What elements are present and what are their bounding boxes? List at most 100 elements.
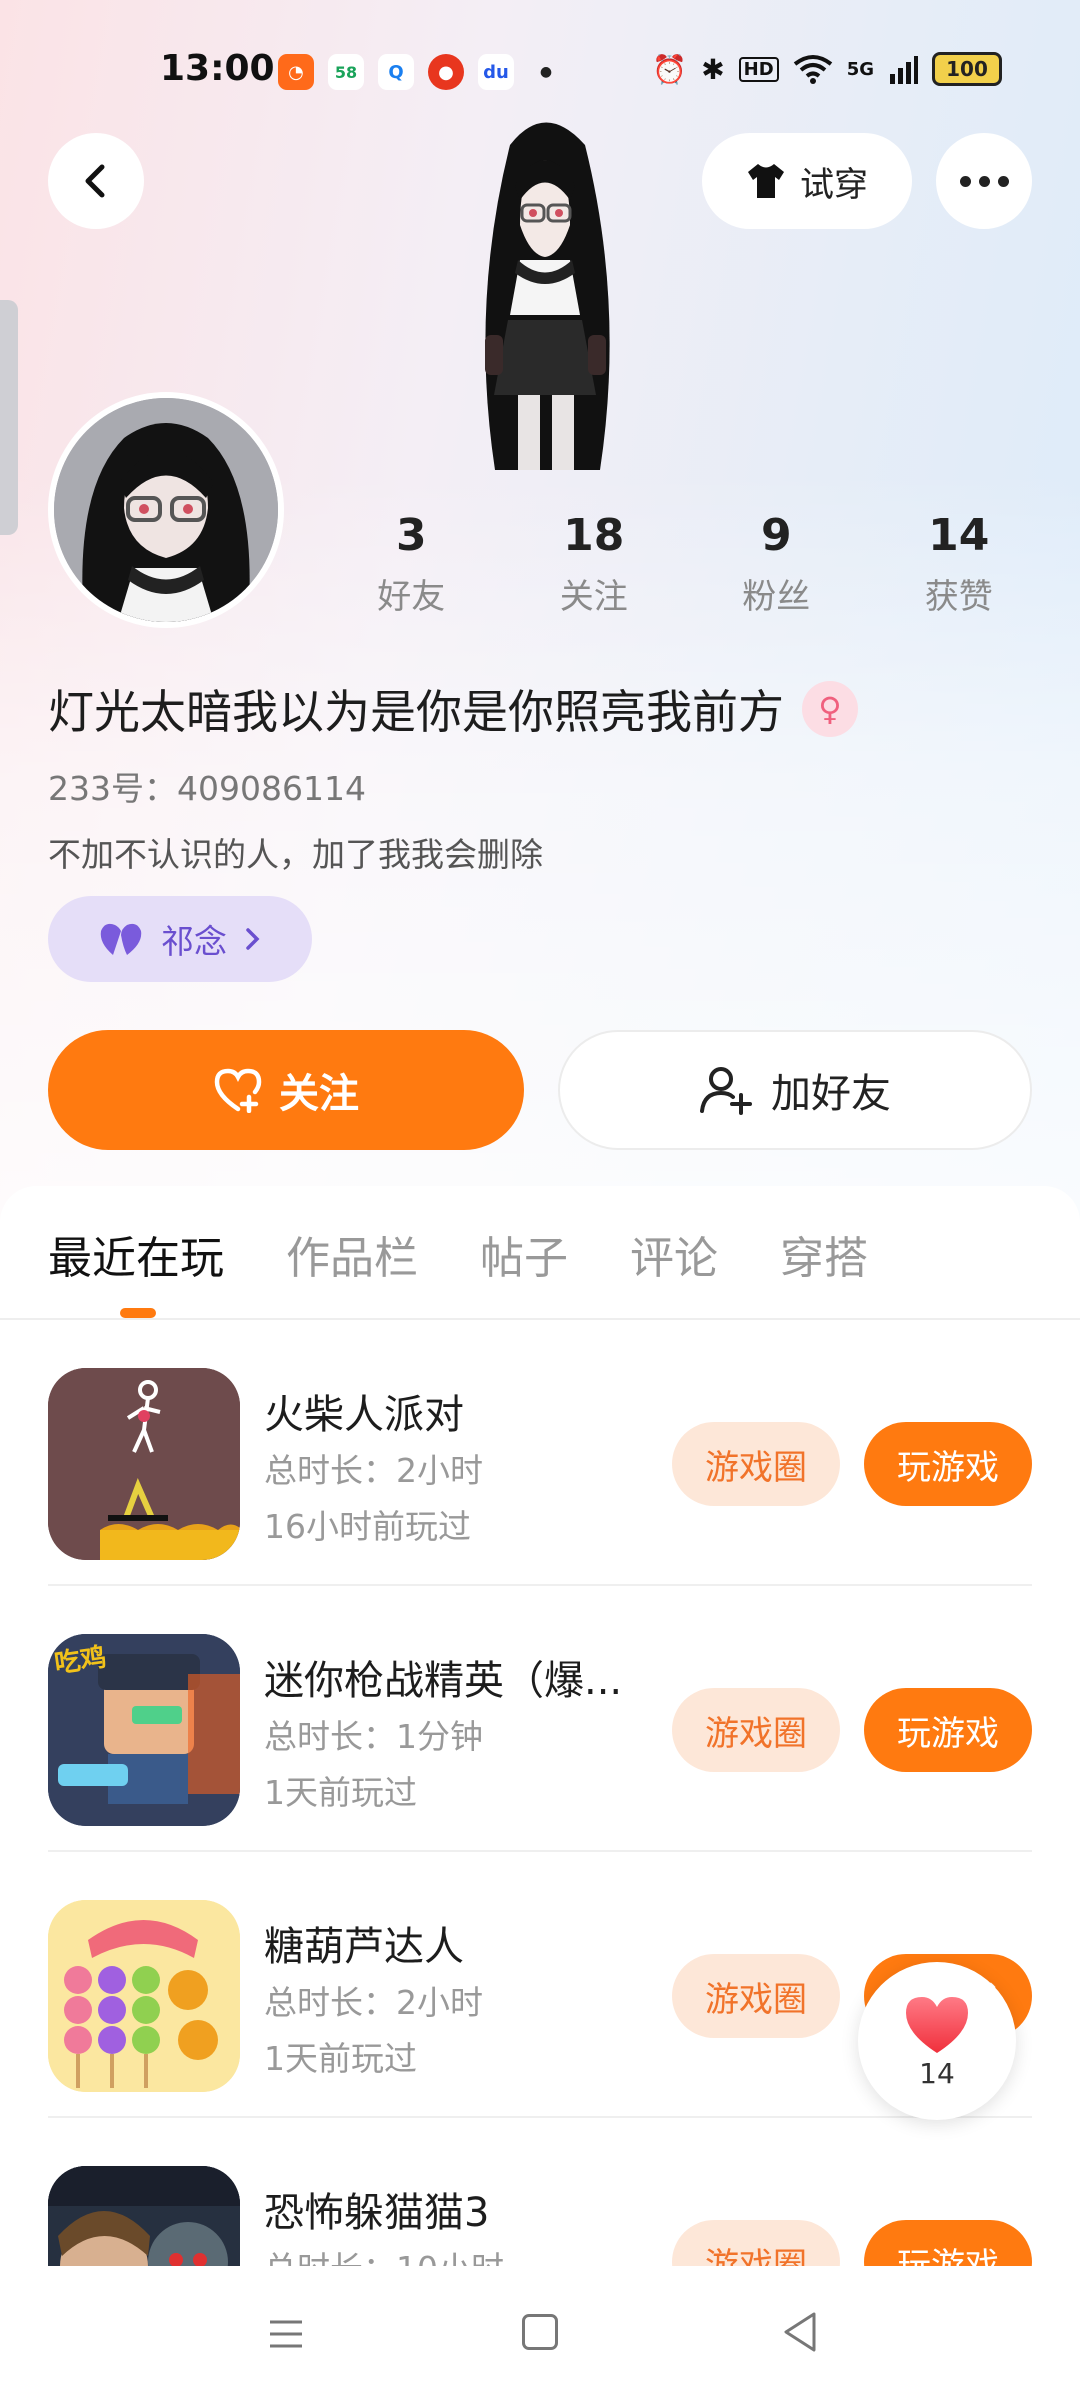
- recent-games-list: 火柴人派对 总时长：2小时 16小时前玩过 游戏圈 玩游戏 吃鸡 迷你枪战精英（…: [0, 1320, 1080, 2270]
- profile-stats: 3 好友 18 关注 9 粉丝 14 获赞: [320, 510, 1050, 618]
- game-row[interactable]: 恐怖躲猫猫3 总时长：10小时 游戏圈 玩游戏: [0, 2118, 1080, 2270]
- baidu-icon: du: [478, 54, 514, 90]
- user-id: 233号：409086114: [48, 769, 366, 808]
- badge-label: 祁念: [161, 922, 227, 961]
- tab-outfits[interactable]: 穿搭: [780, 1222, 868, 1286]
- side-handle[interactable]: [0, 300, 18, 535]
- game-icon-mini-gunfight[interactable]: 吃鸡: [48, 1634, 240, 1826]
- username-text: 灯光太暗我以为是你是你照亮我前方: [48, 685, 784, 739]
- stat-value: 9: [760, 510, 792, 561]
- game-title: 恐怖躲猫猫3: [264, 2190, 490, 2236]
- game-icon-stickman[interactable]: [48, 1368, 240, 1560]
- game-title: 迷你枪战精英（爆...: [264, 1658, 623, 1704]
- notification-dot-icon: ●: [539, 64, 553, 80]
- active-tab-indicator: [120, 1308, 156, 1318]
- hd-icon: HD: [738, 56, 779, 82]
- avatar-character: [54, 398, 278, 622]
- heart-icon: [906, 1996, 968, 2053]
- stat-following[interactable]: 18 关注: [503, 510, 686, 618]
- stat-fans[interactable]: 9 粉丝: [685, 510, 868, 618]
- bluetooth-icon: ✱: [701, 52, 725, 86]
- menu-icon[interactable]: [266, 2314, 306, 2354]
- game-duration: 总时长：2小时: [264, 1983, 483, 2022]
- tab-works[interactable]: 作品栏: [286, 1222, 418, 1286]
- home-square-icon[interactable]: [522, 2314, 558, 2350]
- username: 灯光太暗我以为是你是你照亮我前方 ♀: [48, 676, 858, 742]
- more-options-button[interactable]: [936, 133, 1032, 229]
- stat-label: 获赞: [924, 577, 993, 617]
- female-gender-icon: ♀: [802, 681, 858, 737]
- relationship-badge[interactable]: 祁念: [48, 896, 312, 982]
- game-circle-button[interactable]: 游戏圈: [672, 1422, 840, 1506]
- game-duration: 总时长：2小时: [264, 1451, 483, 1490]
- more-dot-icon: [997, 175, 1009, 187]
- game-title: 火柴人派对: [264, 1392, 464, 1438]
- stat-value: 14: [928, 510, 990, 561]
- heart-plus-icon: [214, 1068, 262, 1113]
- stat-label: 关注: [559, 577, 628, 617]
- stat-label: 好友: [377, 577, 446, 617]
- game-circle-button[interactable]: 游戏圈: [672, 1688, 840, 1772]
- app-icon-red: ●: [428, 54, 464, 90]
- game-duration: 总时长：1分钟: [264, 1717, 483, 1756]
- stat-label: 粉丝: [742, 577, 811, 617]
- game-circle-button[interactable]: 游戏圈: [672, 2220, 840, 2270]
- play-game-button[interactable]: 玩游戏: [864, 2220, 1032, 2270]
- status-time: 13:00: [160, 48, 275, 89]
- game-last-played: 1天前玩过: [264, 2039, 417, 2078]
- signal-label: 5G: [846, 58, 874, 80]
- back-triangle-icon[interactable]: [780, 2310, 820, 2354]
- app-icon-58: 58: [328, 54, 364, 90]
- system-nav-bar: [0, 2266, 1080, 2400]
- floating-like-button[interactable]: 14: [858, 1962, 1016, 2120]
- game-last-played: 1天前玩过: [264, 1773, 417, 1812]
- signal-icon: [890, 56, 918, 84]
- stat-likes[interactable]: 14 获赞: [868, 510, 1051, 618]
- play-game-button[interactable]: 玩游戏: [864, 1422, 1032, 1506]
- stickman-game-art: [48, 1368, 240, 1560]
- try-on-label: 试穿: [800, 164, 868, 205]
- follow-button[interactable]: 关注: [48, 1030, 524, 1150]
- app-icon-1: ◔: [278, 54, 314, 90]
- game-row[interactable]: 火柴人派对 总时长：2小时 16小时前玩过 游戏圈 玩游戏: [0, 1320, 1080, 1586]
- game-icon-tanghulu[interactable]: [48, 1900, 240, 2092]
- wifi-icon: [793, 55, 832, 84]
- status-bar: 13:00 ◔ 58 Q ● du ● ⏰ ✱ HD 5G 100: [0, 40, 1080, 104]
- game-row[interactable]: 吃鸡 迷你枪战精英（爆... 总时长：1分钟 1天前玩过 游戏圈 玩游戏: [0, 1586, 1080, 1852]
- game-circle-button[interactable]: 游戏圈: [672, 1954, 840, 2038]
- game-icon-horror-hide-seek[interactable]: [48, 2166, 240, 2270]
- chevron-left-icon: [85, 164, 105, 198]
- game-icon-text: 吃鸡: [52, 1642, 109, 1680]
- status-indicators: ⏰ ✱ HD 5G 100: [652, 52, 1002, 86]
- tanghulu-game-art: [48, 1900, 240, 2092]
- status-app-icons: ◔ 58 Q ● du ●: [278, 54, 564, 90]
- game-last-played: 16小时前玩过: [264, 1507, 471, 1546]
- stat-value: 18: [563, 510, 625, 561]
- more-dot-icon: [978, 175, 990, 187]
- chevron-right-icon: [246, 928, 260, 950]
- game-title: 糖葫芦达人: [264, 1924, 464, 1970]
- add-friend-button[interactable]: 加好友: [558, 1030, 1032, 1150]
- battery-indicator: 100: [932, 52, 1002, 86]
- app-search-icon: Q: [378, 54, 414, 90]
- avatar-image: [54, 398, 278, 622]
- try-on-button[interactable]: 试穿: [702, 133, 912, 229]
- double-heart-icon: [100, 923, 142, 955]
- tshirt-icon: [748, 164, 784, 198]
- more-dot-icon: [959, 175, 971, 187]
- stat-friends[interactable]: 3 好友: [320, 510, 503, 618]
- profile-avatar[interactable]: [48, 392, 284, 628]
- add-friend-label: 加好友: [771, 1071, 891, 1117]
- add-user-icon: [700, 1067, 752, 1115]
- profile-tabs: 最近在玩 作品栏 帖子 评论 穿搭: [48, 1222, 868, 1286]
- play-game-button[interactable]: 玩游戏: [864, 1688, 1032, 1772]
- tab-recently-played[interactable]: 最近在玩: [48, 1222, 224, 1286]
- back-button[interactable]: [48, 133, 144, 229]
- tab-posts[interactable]: 帖子: [480, 1222, 568, 1286]
- tab-comments[interactable]: 评论: [630, 1222, 718, 1286]
- follow-label: 关注: [279, 1071, 359, 1117]
- user-bio: 不加不认识的人，加了我我会删除: [48, 835, 543, 874]
- like-count: 14: [919, 2056, 955, 2090]
- character-avatar-3d: [485, 122, 610, 470]
- horror-game-art: [48, 2166, 240, 2270]
